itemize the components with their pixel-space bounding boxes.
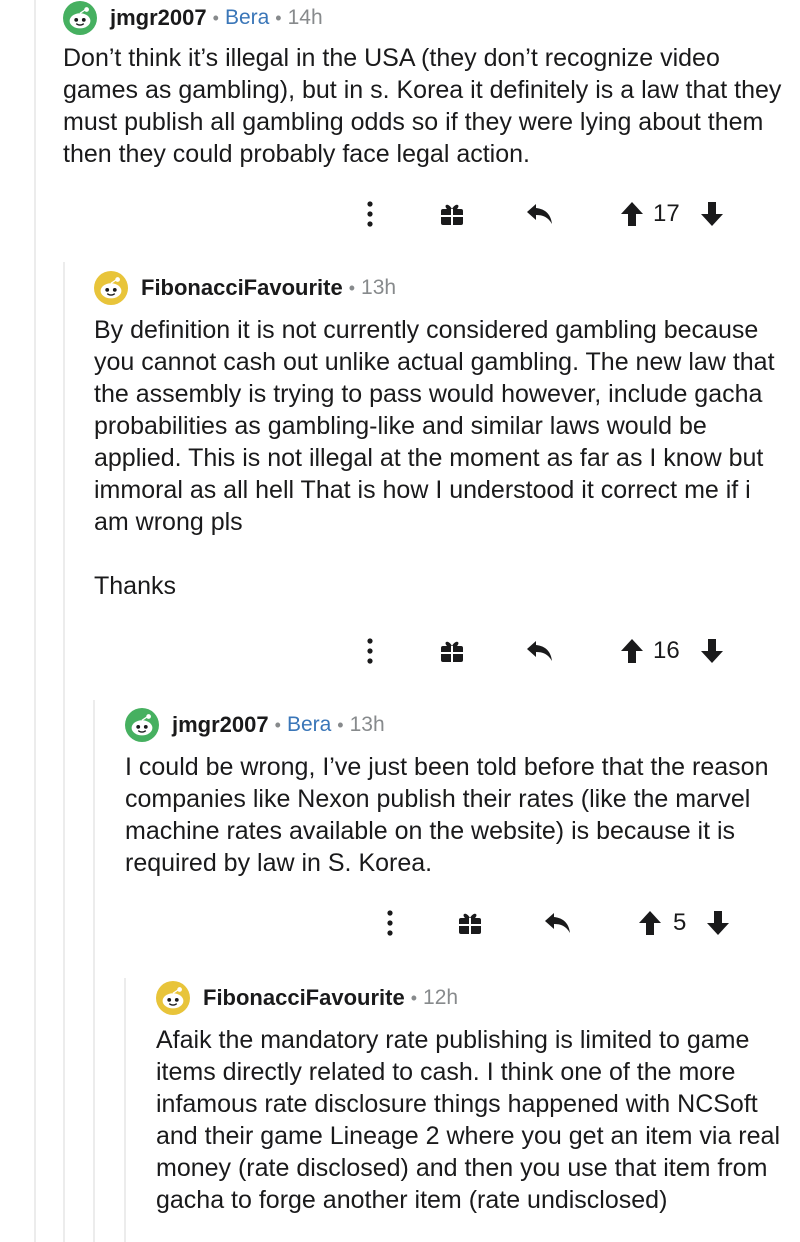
separator-dot: • [212, 7, 219, 28]
thread-line-2 [63, 262, 65, 1242]
comment-text: I could be wrong, I’ve just been told be… [125, 753, 769, 877]
downvote-arrow-icon [701, 639, 723, 663]
comment-text: Thanks [94, 572, 176, 600]
comment-header: FibonacciFavourite • 13h [94, 270, 784, 306]
separator-dot: • [275, 7, 282, 28]
avatar[interactable] [156, 981, 190, 1015]
reply-button[interactable] [536, 903, 580, 943]
upvote-arrow-icon [621, 639, 643, 663]
upvote-arrow-icon [621, 202, 643, 226]
comment-actions: 16 [350, 631, 770, 671]
comment-actions: 5 [370, 903, 770, 943]
comment: jmgr2007 • Bera • 14h Don’t think it’s i… [63, 0, 783, 170]
upvote-arrow-icon [639, 911, 661, 935]
downvote-arrow-icon [707, 911, 729, 935]
timestamp: 13h [349, 713, 385, 736]
reply-arrow-icon [545, 913, 570, 933]
upvote-button[interactable] [612, 194, 652, 234]
downvote-arrow-icon [701, 202, 723, 226]
comment-body: By definition it is not currently consid… [94, 314, 784, 602]
more-options-button[interactable] [370, 903, 410, 943]
award-button[interactable] [430, 631, 474, 671]
comment-header: jmgr2007 • Bera • 14h [63, 0, 783, 36]
comment-text: Afaik the mandatory rate publishing is l… [156, 1026, 780, 1214]
thread-line-4 [124, 978, 126, 1242]
award-gift-icon [441, 641, 463, 662]
thread-line-1 [34, 0, 36, 1242]
comment: jmgr2007 • Bera • 13h I could be wrong, … [125, 707, 775, 879]
comment-body: Don’t think it’s illegal in the USA (the… [63, 42, 783, 170]
award-gift-icon [441, 204, 463, 225]
award-gift-icon [459, 913, 481, 934]
reply-arrow-icon [527, 641, 552, 661]
comment-text: Don’t think it’s illegal in the USA (the… [63, 44, 782, 168]
username[interactable]: jmgr2007 [110, 5, 207, 31]
separator-dot: • [337, 714, 344, 735]
reply-button[interactable] [518, 631, 562, 671]
separator-dot: • [274, 714, 281, 735]
comment-body: I could be wrong, I’ve just been told be… [125, 751, 775, 879]
downvote-button[interactable] [692, 194, 732, 234]
vote-count: 16 [653, 637, 680, 664]
avatar[interactable] [125, 708, 159, 742]
upvote-button[interactable] [630, 903, 670, 943]
downvote-button[interactable] [692, 631, 732, 671]
comment-body: Afaik the mandatory rate publishing is l… [156, 1024, 786, 1216]
upvote-button[interactable] [612, 631, 652, 671]
more-vertical-icon [367, 201, 373, 227]
comment: FibonacciFavourite • 13h By definition i… [94, 270, 784, 602]
username[interactable]: FibonacciFavourite [141, 275, 343, 301]
reply-arrow-icon [527, 204, 552, 224]
award-button[interactable] [430, 194, 474, 234]
username[interactable]: FibonacciFavourite [203, 985, 405, 1011]
timestamp: 13h [361, 276, 397, 299]
comment-text: By definition it is not currently consid… [94, 316, 775, 536]
separator-dot: • [348, 277, 356, 298]
vote-count: 17 [653, 200, 680, 227]
thread-line-3 [93, 700, 95, 1242]
more-options-button[interactable] [350, 194, 390, 234]
user-flair: Bera [224, 6, 270, 29]
more-vertical-icon [387, 910, 393, 936]
more-vertical-icon [367, 638, 373, 664]
timestamp: 14h [287, 6, 323, 29]
reply-button[interactable] [518, 194, 562, 234]
separator-dot: • [410, 987, 418, 1008]
avatar[interactable] [94, 271, 128, 305]
user-flair: Bera [286, 713, 332, 736]
comment: FibonacciFavourite • 12h Afaik the manda… [156, 980, 786, 1242]
comment-header: jmgr2007 • Bera • 13h [125, 707, 775, 743]
more-options-button[interactable] [350, 631, 390, 671]
award-button[interactable] [448, 903, 492, 943]
username[interactable]: jmgr2007 [172, 712, 269, 738]
downvote-button[interactable] [698, 903, 738, 943]
avatar[interactable] [63, 1, 97, 35]
timestamp: 12h [423, 986, 459, 1009]
comment-header: FibonacciFavourite • 12h [156, 980, 786, 1016]
comment-actions: 17 [350, 194, 770, 234]
vote-count: 5 [673, 909, 687, 936]
